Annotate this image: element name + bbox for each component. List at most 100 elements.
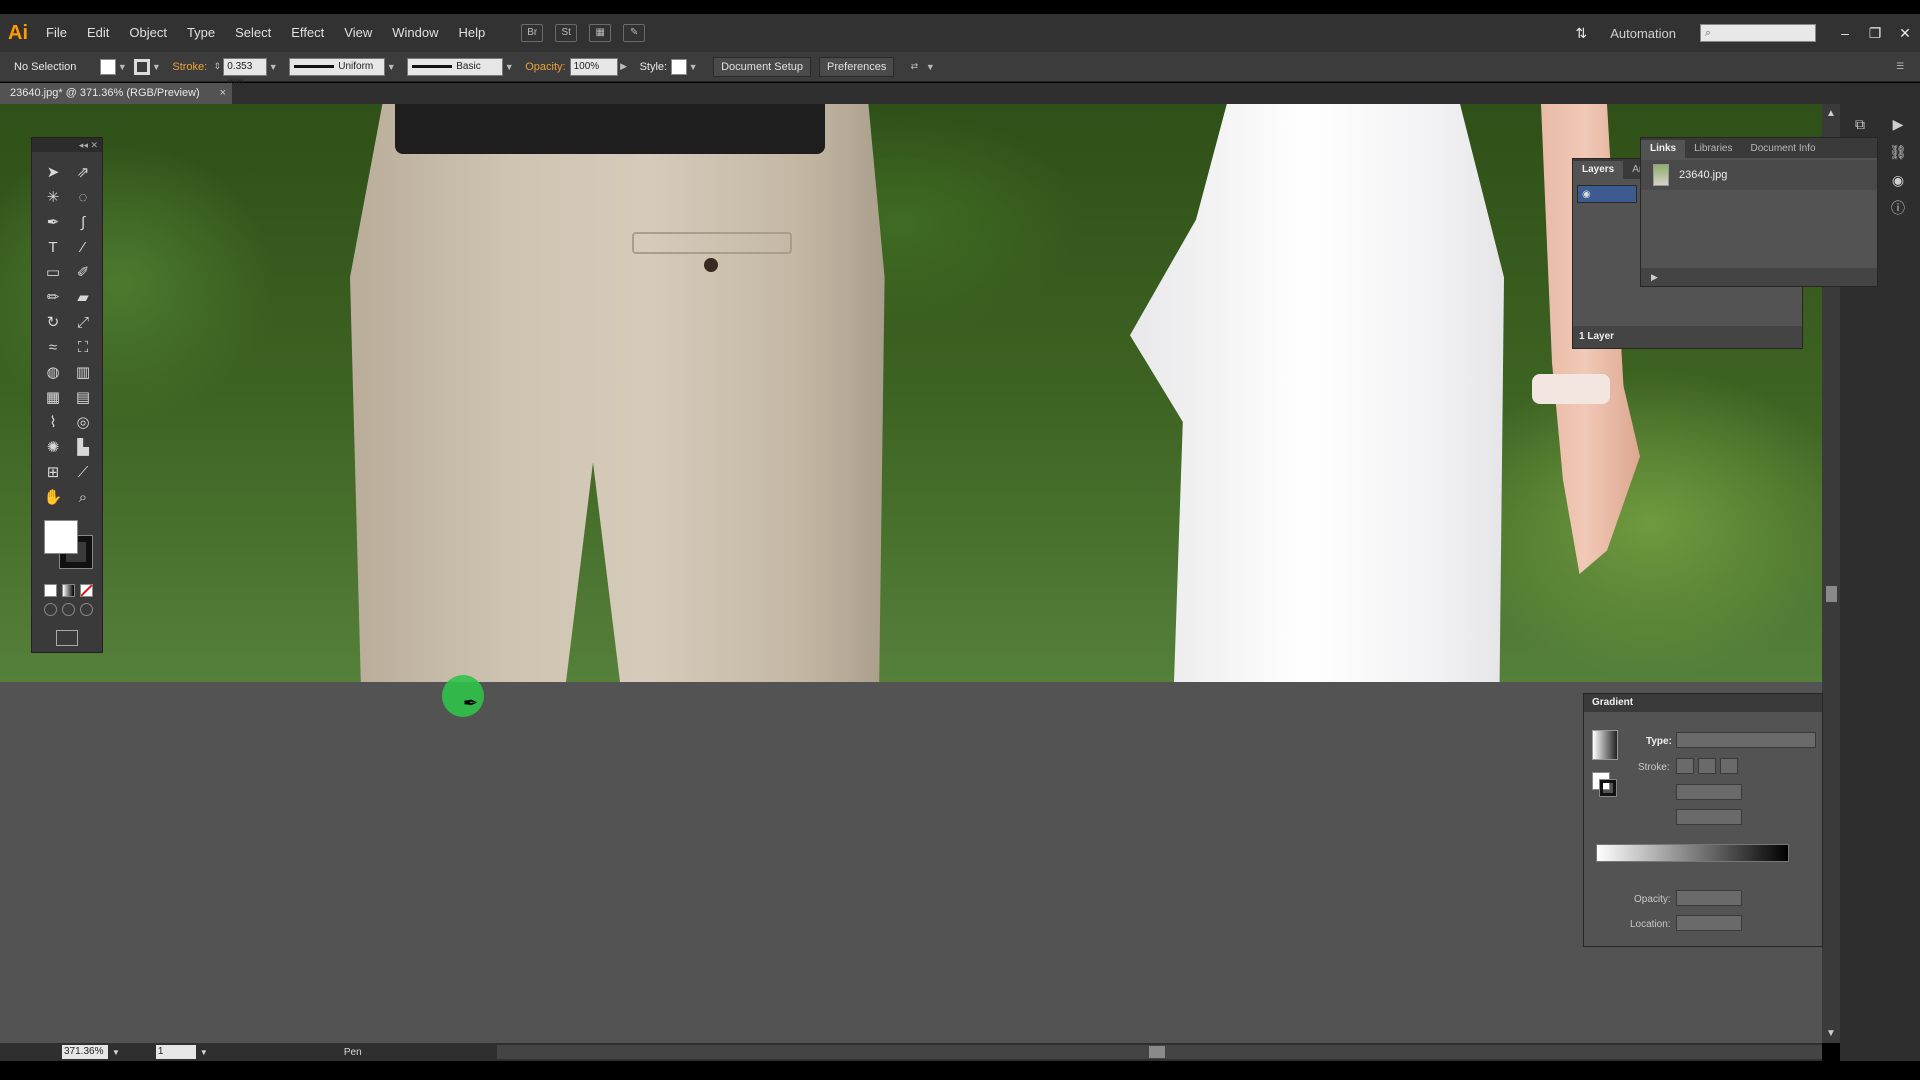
gradient-mode-button[interactable] bbox=[62, 584, 75, 597]
tab-document-info[interactable]: Document Info bbox=[1741, 140, 1824, 158]
gradient-aspect-field[interactable] bbox=[1676, 809, 1742, 825]
gradient-slider[interactable] bbox=[1596, 844, 1789, 862]
search-input[interactable]: ⌕ bbox=[1700, 24, 1816, 42]
menu-file[interactable]: File bbox=[36, 14, 77, 52]
arrange-documents-icon[interactable]: ▦ bbox=[589, 24, 612, 42]
artboard-tool-icon[interactable]: ⊞ bbox=[38, 460, 68, 485]
links-panel-icon[interactable]: ⛓ bbox=[1885, 140, 1911, 164]
canvas[interactable] bbox=[0, 104, 1822, 1043]
scale-tool-icon[interactable]: ⤢ bbox=[68, 310, 98, 335]
eraser-tool-icon[interactable]: ▰ bbox=[68, 285, 98, 310]
tab-links[interactable]: Links bbox=[1641, 140, 1686, 158]
horizontal-scrollbar[interactable] bbox=[497, 1045, 1822, 1059]
libraries-panel-icon[interactable]: ◉ bbox=[1885, 168, 1911, 192]
style-swatch[interactable] bbox=[671, 58, 688, 75]
chevron-down-icon[interactable]: ▼ bbox=[267, 62, 279, 72]
curvature-tool-icon[interactable]: ∫ bbox=[68, 210, 98, 235]
zoom-level-field[interactable]: 371.36% bbox=[62, 1045, 108, 1059]
actions-panel-icon[interactable]: ▶ bbox=[1885, 112, 1911, 136]
rectangle-tool-icon[interactable]: ▭ bbox=[38, 260, 68, 285]
tab-libraries[interactable]: Libraries bbox=[1685, 140, 1741, 158]
mesh-tool-icon[interactable]: ▦ bbox=[38, 385, 68, 410]
preferences-button[interactable]: Preferences bbox=[819, 56, 895, 77]
layer-row[interactable]: ◉ bbox=[1577, 185, 1637, 203]
gradient-location-field[interactable] bbox=[1676, 915, 1742, 931]
chevron-down-icon[interactable]: ▼ bbox=[924, 62, 936, 72]
opacity-field[interactable]: 100% bbox=[569, 57, 618, 76]
opacity-label[interactable]: Opacity: bbox=[525, 61, 565, 73]
draw-normal-icon[interactable] bbox=[44, 603, 57, 616]
hand-tool-icon[interactable]: ✋ bbox=[38, 485, 68, 510]
arrange-icon[interactable]: ⇄ bbox=[904, 61, 924, 72]
scroll-down-icon[interactable]: ▼ bbox=[1826, 1028, 1836, 1039]
blend-tool-icon[interactable]: ◎ bbox=[68, 410, 98, 435]
stroke-weight-field[interactable]: 0.353 mm bbox=[223, 57, 268, 88]
close-icon[interactable]: × bbox=[220, 83, 226, 104]
chevron-down-icon[interactable]: ▼ bbox=[687, 62, 699, 72]
document-setup-button[interactable]: Document Setup bbox=[713, 56, 812, 77]
scroll-up-icon[interactable]: ▲ bbox=[1826, 108, 1836, 119]
none-mode-button[interactable] bbox=[80, 584, 93, 597]
menu-window[interactable]: Window bbox=[382, 14, 448, 52]
vertical-scroll-thumb[interactable] bbox=[1826, 586, 1837, 602]
close-button[interactable]: ✕ bbox=[1890, 25, 1920, 42]
placed-image[interactable] bbox=[0, 104, 1822, 682]
stroke-stepper[interactable]: ⇕ bbox=[211, 61, 223, 72]
gradient-opacity-field[interactable] bbox=[1676, 890, 1742, 906]
type-tool-icon[interactable]: T bbox=[38, 235, 68, 260]
menu-object[interactable]: Object bbox=[119, 14, 177, 52]
line-tool-icon[interactable]: ⁄ bbox=[68, 235, 98, 260]
menu-view[interactable]: View bbox=[334, 14, 382, 52]
direct-selection-tool-icon[interactable]: ⇗ bbox=[68, 160, 98, 185]
paintbrush-tool-icon[interactable]: ✐ bbox=[68, 260, 98, 285]
magic-wand-tool-icon[interactable]: ✳ bbox=[38, 185, 68, 210]
eyedropper-tool-icon[interactable]: ⌇ bbox=[38, 410, 68, 435]
bridge-icon[interactable]: Br bbox=[521, 24, 544, 42]
gradient-stroke-option-1[interactable] bbox=[1676, 758, 1694, 774]
gradient-tool-icon[interactable]: ▤ bbox=[68, 385, 98, 410]
gpu-performance-icon[interactable]: ✎ bbox=[623, 24, 646, 42]
gradient-stroke-swatch[interactable] bbox=[1599, 779, 1617, 797]
chevron-down-icon[interactable]: ▼ bbox=[112, 1048, 120, 1057]
chevron-down-icon[interactable]: ▼ bbox=[200, 1048, 208, 1057]
gradient-stroke-option-2[interactable] bbox=[1698, 758, 1716, 774]
draw-behind-icon[interactable] bbox=[62, 603, 75, 616]
brush-definition[interactable]: Basic bbox=[407, 57, 504, 76]
gradient-panel-title[interactable]: Gradient bbox=[1584, 694, 1822, 712]
tools-panel-header[interactable]: ◂◂ ✕ bbox=[32, 138, 102, 152]
pencil-tool-icon[interactable]: ✏ bbox=[38, 285, 68, 310]
stock-icon[interactable]: St bbox=[555, 24, 578, 42]
panel-menu-icon[interactable]: ☰ bbox=[1894, 61, 1906, 72]
menu-edit[interactable]: Edit bbox=[77, 14, 119, 52]
workspace-switcher[interactable]: Automation bbox=[1610, 26, 1676, 41]
fill-swatch[interactable] bbox=[100, 58, 117, 75]
show-link-info-icon[interactable]: ▶ bbox=[1641, 272, 1658, 282]
restore-button[interactable]: ❐ bbox=[1860, 25, 1890, 42]
visibility-eye-icon[interactable]: ◉ bbox=[1578, 189, 1591, 200]
chevron-down-icon[interactable]: ▼ bbox=[150, 62, 162, 72]
sync-icon[interactable]: ⇅ bbox=[1566, 25, 1596, 42]
perspective-grid-tool-icon[interactable]: ▥ bbox=[68, 360, 98, 385]
color-mode-button[interactable] bbox=[44, 584, 57, 597]
warp-tool-icon[interactable]: ≈ bbox=[38, 335, 68, 360]
artboard-number-field[interactable]: 1 bbox=[155, 1045, 196, 1059]
document-tab[interactable]: 23640.jpg* @ 371.36% (RGB/Preview) × bbox=[0, 83, 232, 104]
gradient-type-select[interactable] bbox=[1676, 732, 1816, 748]
column-graph-tool-icon[interactable]: ▙ bbox=[68, 435, 98, 460]
stroke-swatch[interactable] bbox=[134, 58, 151, 75]
zoom-tool-icon[interactable]: ⌕ bbox=[68, 485, 98, 510]
variable-width-profile[interactable]: Uniform bbox=[289, 57, 386, 76]
slice-tool-icon[interactable]: ⟋ bbox=[68, 460, 98, 485]
chevron-down-icon[interactable]: ▼ bbox=[385, 62, 397, 72]
menu-select[interactable]: Select bbox=[225, 14, 281, 52]
artboards-panel-icon[interactable]: ⧉ bbox=[1847, 112, 1873, 136]
draw-inside-icon[interactable] bbox=[80, 603, 93, 616]
gradient-angle-field[interactable] bbox=[1676, 784, 1742, 800]
minimize-button[interactable]: – bbox=[1830, 25, 1860, 41]
chevron-down-icon[interactable]: ▼ bbox=[116, 62, 128, 72]
lasso-tool-icon[interactable]: ◌ bbox=[68, 185, 98, 210]
symbol-sprayer-tool-icon[interactable]: ✺ bbox=[38, 435, 68, 460]
screen-mode-button[interactable] bbox=[56, 630, 78, 646]
link-item[interactable]: 23640.jpg bbox=[1641, 160, 1877, 190]
rotate-tool-icon[interactable]: ↻ bbox=[38, 310, 68, 335]
